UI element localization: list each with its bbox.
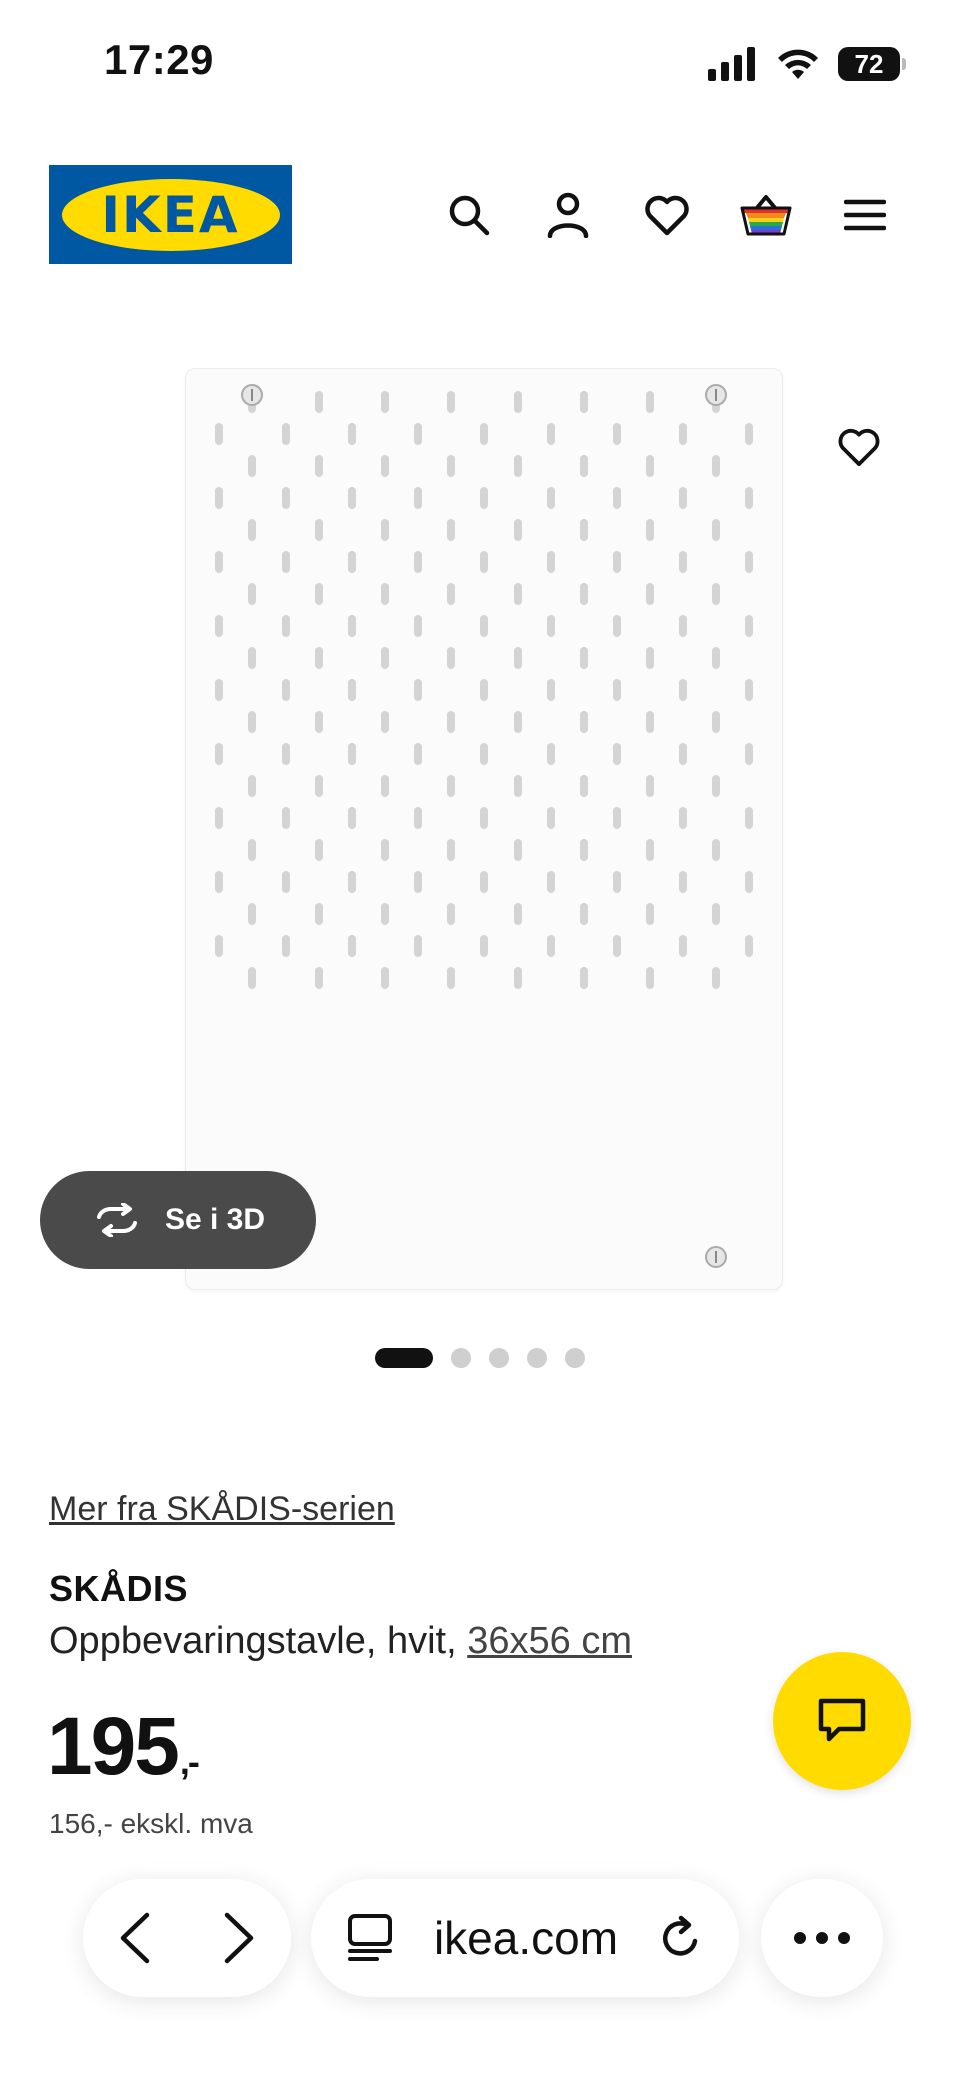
cart-icon[interactable] xyxy=(733,182,799,248)
status-icons: 72 xyxy=(708,44,906,84)
add-to-favorites-icon[interactable] xyxy=(826,414,892,480)
signal-icon xyxy=(708,47,755,81)
back-icon[interactable] xyxy=(115,1911,155,1965)
product-price: 195,- xyxy=(47,1700,200,1794)
view-in-3d-label: Se i 3D xyxy=(164,1203,266,1236)
account-icon[interactable] xyxy=(535,182,601,248)
price-excl-vat: 156,- ekskl. mva xyxy=(49,1808,253,1839)
pegboard-illustration xyxy=(215,384,753,1268)
reload-icon[interactable] xyxy=(659,1915,703,1961)
address-bar[interactable]: ikea.com xyxy=(311,1879,739,1997)
logo-text: IKEA xyxy=(61,178,280,251)
ikea-logo[interactable]: IKEA xyxy=(49,165,292,264)
forward-icon[interactable] xyxy=(219,1911,259,1965)
pagination-dot[interactable] xyxy=(527,1348,547,1368)
more-icon xyxy=(794,1932,850,1944)
view-in-3d-button[interactable]: Se i 3D xyxy=(40,1171,316,1269)
more-options-button[interactable] xyxy=(761,1879,883,1997)
pagination-dot[interactable] xyxy=(451,1348,471,1368)
pagination-dot[interactable] xyxy=(565,1348,585,1368)
search-icon[interactable] xyxy=(436,182,502,248)
series-link[interactable]: Mer fra SKÅDIS-serien xyxy=(49,1490,395,1529)
product-image[interactable] xyxy=(185,368,783,1290)
pagination-dot[interactable] xyxy=(375,1348,433,1368)
rotate-3d-icon xyxy=(96,1203,137,1237)
url-text[interactable]: ikea.com xyxy=(434,1911,618,1965)
product-type: Oppbevaringstavle, hvit, xyxy=(49,1620,468,1662)
product-name: SKÅDIS xyxy=(49,1568,189,1609)
pagination-dot[interactable] xyxy=(489,1348,509,1368)
chat-button[interactable] xyxy=(773,1652,911,1790)
battery-indicator: 72 xyxy=(838,47,906,81)
wifi-icon xyxy=(778,49,818,79)
browser-nav-controls xyxy=(83,1879,291,1997)
favorites-icon[interactable] xyxy=(634,182,700,248)
status-time: 17:29 xyxy=(104,36,214,83)
menu-icon[interactable] xyxy=(832,182,898,248)
chat-icon xyxy=(818,1698,866,1742)
image-pagination[interactable] xyxy=(0,1348,960,1368)
reader-icon[interactable] xyxy=(347,1913,393,1963)
price-suffix: ,- xyxy=(179,1741,200,1782)
product-description: Oppbevaringstavle, hvit, 36x56 cm xyxy=(49,1620,632,1663)
product-size-link[interactable]: 36x56 cm xyxy=(467,1620,632,1662)
price-main: 195 xyxy=(47,1701,180,1792)
